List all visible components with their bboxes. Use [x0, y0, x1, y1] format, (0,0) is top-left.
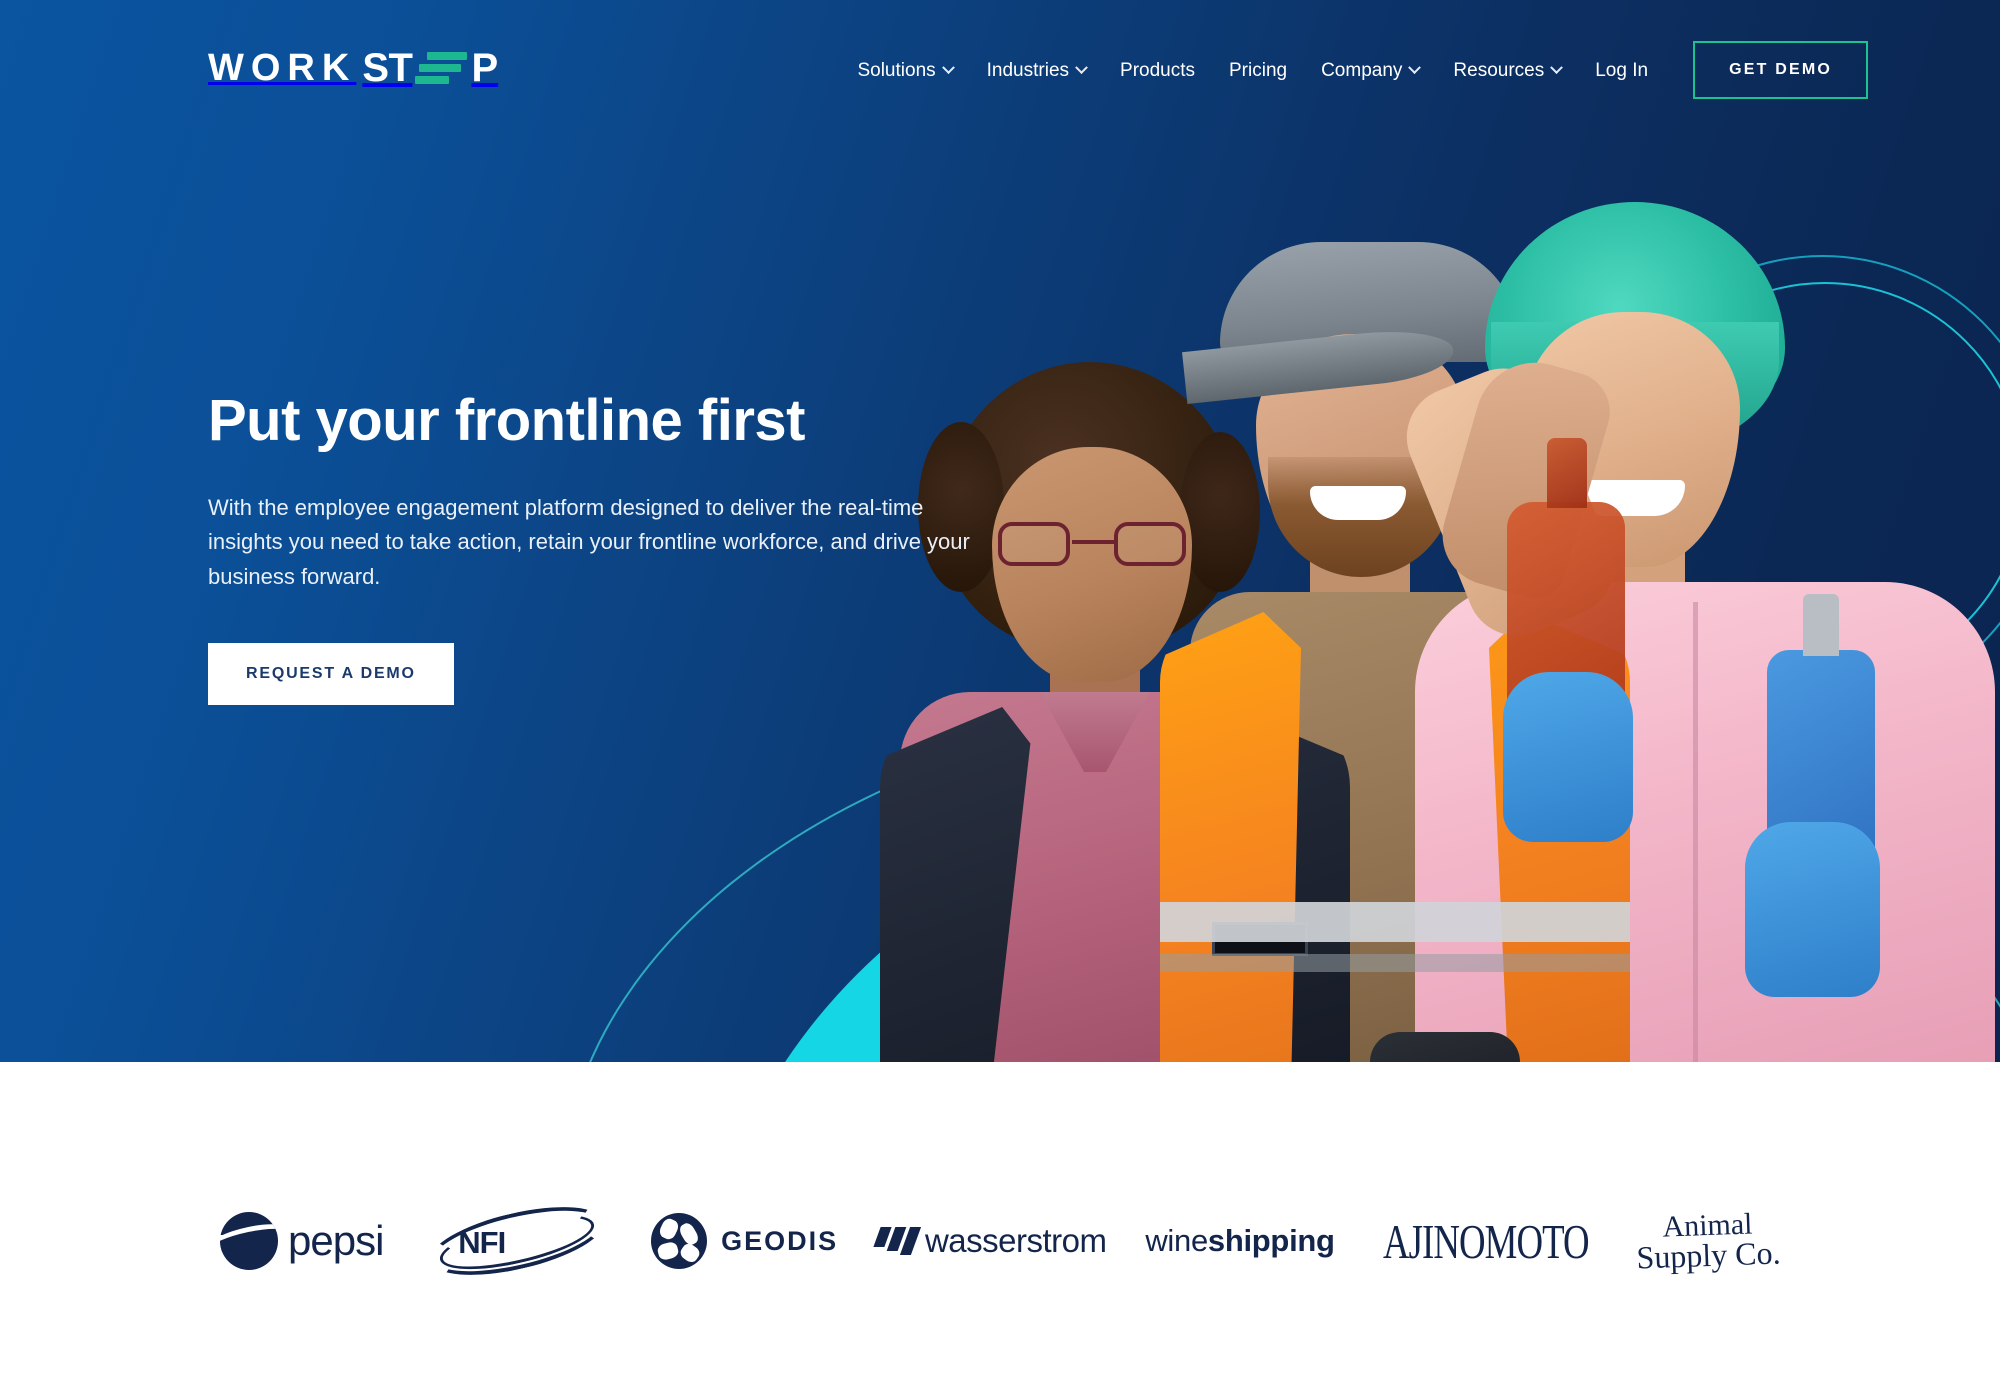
- page-root: WORK ST P Solutions Industries Products: [0, 0, 2000, 1390]
- pepsi-globe-icon: [220, 1212, 278, 1270]
- nav-item-industries[interactable]: Industries: [970, 61, 1103, 80]
- logo-wineshipping: wine shipping: [1145, 1203, 1335, 1279]
- hero-subheading: With the employee engagement platform de…: [208, 494, 970, 590]
- blue-glove: [1745, 822, 1880, 997]
- logo-text-p: P: [471, 46, 499, 90]
- smile: [1310, 486, 1406, 520]
- request-a-demo-button[interactable]: REQUEST A DEMO: [208, 642, 454, 705]
- nav-item-pricing[interactable]: Pricing: [1212, 61, 1304, 80]
- logo-label: NFI: [458, 1225, 506, 1260]
- reflective-stripe: [1160, 902, 1630, 942]
- nav-label: Pricing: [1229, 59, 1288, 81]
- logo-stepped-e-icon: [415, 51, 468, 85]
- logo-label: wasserstrom: [924, 1222, 1107, 1259]
- blue-glove: [1503, 672, 1633, 842]
- logo-label-bold: shipping: [1207, 1223, 1335, 1258]
- reflective-stripe: [1160, 954, 1630, 972]
- workstep-logo[interactable]: WORK ST P: [208, 48, 498, 88]
- nav-label: Company: [1321, 59, 1403, 81]
- chevron-down-icon: [1075, 60, 1088, 74]
- site-header: WORK ST P Solutions Industries Products: [0, 0, 2000, 120]
- logo-label-light: wine: [1145, 1223, 1208, 1258]
- logo-pepsi: pepsi: [220, 1203, 384, 1279]
- nav-label: Products: [1120, 59, 1195, 81]
- customer-logo-bar: pepsi NFI GEODIS wasserstrom wine shippi…: [0, 1062, 2000, 1390]
- logo-nfi: NFI: [422, 1193, 612, 1289]
- nav-item-resources[interactable]: Resources: [1436, 61, 1578, 80]
- logo-label: Animal Supply Co.: [1635, 1207, 1782, 1276]
- main-navigation: Solutions Industries Products Pricing Co…: [840, 41, 1868, 99]
- nav-label: Resources: [1453, 59, 1545, 81]
- get-demo-button[interactable]: GET DEMO: [1693, 41, 1868, 99]
- logo-label: GEODIS: [721, 1225, 839, 1256]
- chevron-down-icon: [941, 60, 955, 74]
- page-title: Put your frontline first: [208, 388, 806, 453]
- logo-animal-supply-co: Animal Supply Co.: [1635, 1203, 1782, 1279]
- nav-item-company[interactable]: Company: [1304, 61, 1436, 80]
- nav-label: Solutions: [857, 59, 936, 81]
- logo-label-line2: Supply Co.: [1635, 1234, 1782, 1276]
- hero-copy: Put your frontline first With the employ…: [208, 388, 1028, 705]
- coat-seam: [1693, 602, 1698, 1062]
- wasserstrom-w-icon: [873, 1227, 922, 1255]
- logo-wasserstrom: wasserstrom: [873, 1203, 1107, 1279]
- geodis-globe-icon: [651, 1213, 708, 1269]
- logo-geodis: GEODIS: [651, 1203, 838, 1279]
- logo-label: AJINOMOTO: [1382, 1213, 1589, 1269]
- chevron-down-icon: [1550, 60, 1564, 74]
- nav-item-log-in[interactable]: Log In: [1578, 61, 1665, 80]
- logo-label: pepsi: [288, 1217, 384, 1264]
- chevron-down-icon: [1408, 60, 1422, 74]
- nav-label: Industries: [986, 59, 1070, 81]
- logo-ajinomoto: AJINOMOTO: [1374, 1203, 1598, 1279]
- barcode-scanner: [1370, 1032, 1520, 1062]
- hero-photo-frontline-workers: [870, 0, 2000, 1062]
- nav-label: Log In: [1595, 59, 1649, 81]
- nav-item-products[interactable]: Products: [1103, 61, 1212, 80]
- nav-item-solutions[interactable]: Solutions: [840, 61, 969, 80]
- logo-text-work: WORK: [208, 47, 357, 89]
- hero-section: WORK ST P Solutions Industries Products: [0, 0, 2000, 1062]
- logo-text-st: ST: [362, 46, 413, 90]
